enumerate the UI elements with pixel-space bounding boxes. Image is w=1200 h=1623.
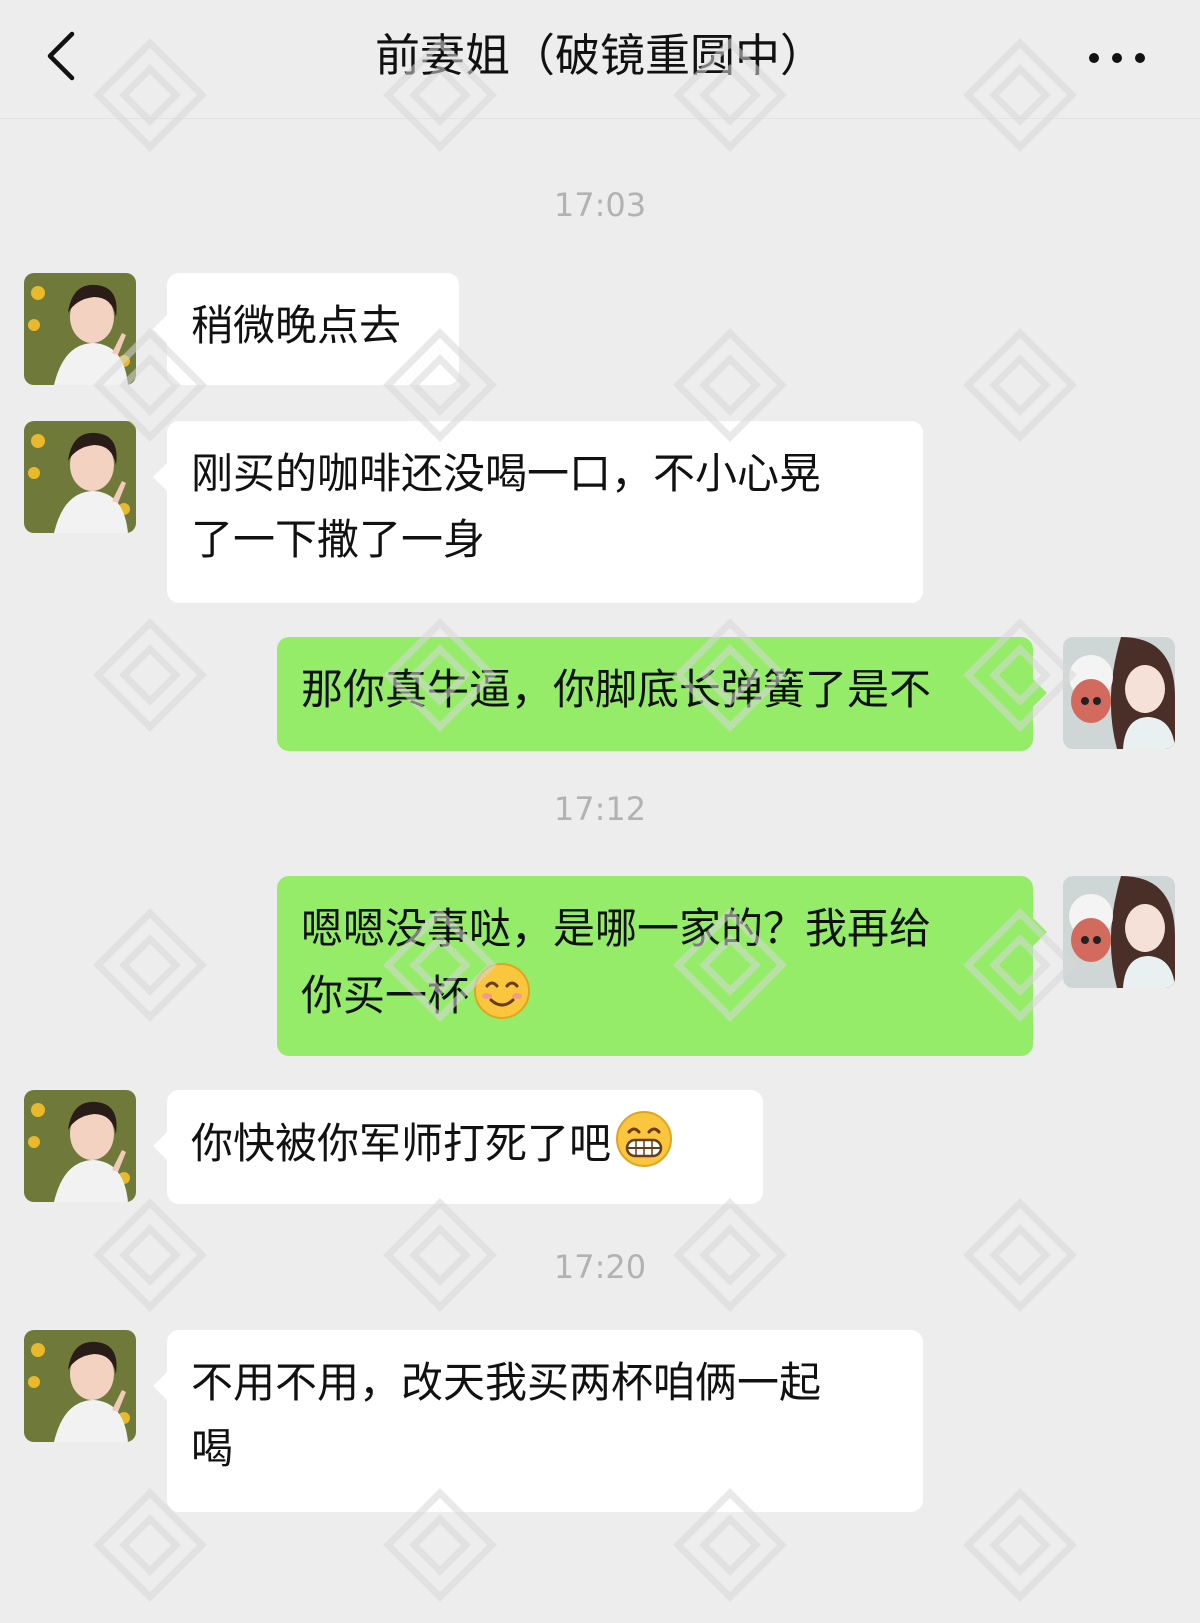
watermark-logo-icon bbox=[93, 618, 207, 732]
timestamp: 17:03 bbox=[553, 186, 647, 224]
message-text: 你快被你军师打死了吧 bbox=[191, 1119, 612, 1168]
message-bubble-outgoing[interactable]: 那你真牛逼，你脚底长弹簧了是不 bbox=[277, 637, 1047, 751]
chat-header: 前妻姐（破镜重圆中） bbox=[0, 0, 1200, 119]
grinning-face-icon bbox=[616, 1111, 673, 1167]
message-text-line: 不用不用，改天我买两杯咱俩一起 bbox=[191, 1358, 822, 1407]
message-bubble-outgoing[interactable]: 嗯嗯没事哒，是哪一家的？我再给 你买一杯 bbox=[277, 876, 1047, 1056]
watermark-logo-icon bbox=[963, 328, 1077, 442]
message-text: 那你真牛逼，你脚底长弹簧了是不 bbox=[301, 665, 932, 714]
more-dots-icon[interactable] bbox=[1086, 44, 1148, 72]
chevron-left-icon[interactable] bbox=[38, 26, 88, 86]
contact-avatar[interactable] bbox=[24, 273, 136, 385]
chat-title: 前妻姐（破镜重圆中） bbox=[374, 29, 825, 82]
timestamp: 17:20 bbox=[553, 1248, 647, 1286]
message-text-line: 了一下撒了一身 bbox=[191, 515, 486, 564]
my-avatar[interactable] bbox=[1063, 876, 1175, 988]
watermark-logo-icon bbox=[963, 1488, 1077, 1602]
watermark-logo-icon bbox=[93, 908, 207, 1022]
message-text: 稍微晚点去 bbox=[191, 301, 402, 350]
message-bubble-incoming[interactable]: 不用不用，改天我买两杯咱俩一起 喝 bbox=[153, 1330, 923, 1512]
message-text-line: 嗯嗯没事哒，是哪一家的？我再给 bbox=[301, 904, 932, 953]
contact-avatar[interactable] bbox=[24, 421, 136, 533]
smiling-face-icon bbox=[474, 963, 531, 1019]
timestamp: 17:12 bbox=[553, 790, 647, 828]
message-text-line: 你买一杯 bbox=[301, 971, 470, 1020]
my-avatar[interactable] bbox=[1063, 637, 1175, 749]
message-bubble-incoming[interactable]: 你快被你军师打死了吧 bbox=[153, 1090, 763, 1204]
contact-avatar[interactable] bbox=[24, 1330, 136, 1442]
message-text-line: 刚买的咖啡还没喝一口，不小心晃 bbox=[191, 449, 822, 498]
message-text-line: 喝 bbox=[191, 1424, 234, 1473]
message-bubble-incoming[interactable]: 稍微晚点去 bbox=[153, 273, 459, 385]
contact-avatar[interactable] bbox=[24, 1090, 136, 1202]
message-bubble-incoming[interactable]: 刚买的咖啡还没喝一口，不小心晃 了一下撒了一身 bbox=[153, 421, 923, 603]
